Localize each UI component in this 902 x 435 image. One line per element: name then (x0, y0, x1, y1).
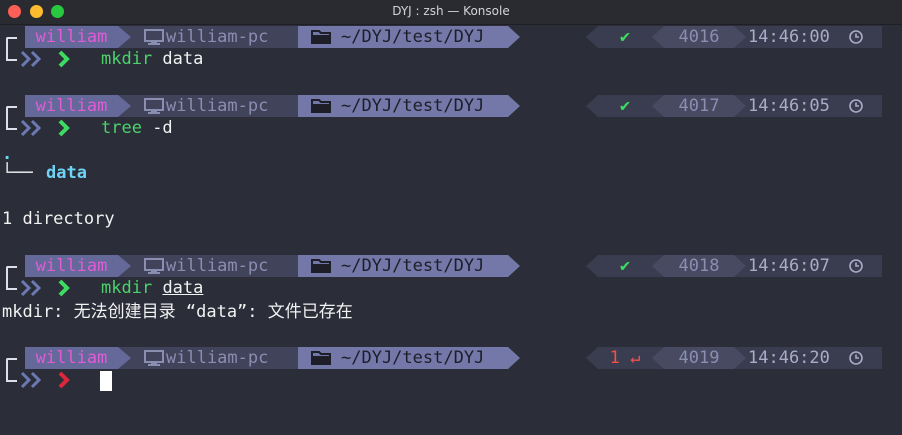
monitor-icon (144, 258, 164, 274)
segment-separator (118, 26, 133, 48)
timestamp: 14:46:07 (748, 256, 830, 276)
right-prompt: 1 ↵ 4019 14:46:20 (586, 347, 882, 369)
history-number: 4016 (664, 26, 734, 48)
prompt-corner (6, 106, 17, 130)
status-indicator: ✔ (619, 256, 631, 276)
terminal-area[interactable]: william william-pc ~/DYJ/test/DYJ ✔ 4016… (0, 25, 902, 422)
folder-icon (311, 30, 331, 44)
segment-separator (118, 347, 133, 369)
command-args: data (152, 49, 204, 69)
segment-separator (734, 347, 746, 369)
timestamp: 14:46:05 (748, 96, 830, 116)
chevron-icon (20, 50, 70, 68)
prompt-corner (6, 358, 17, 382)
segment-end (508, 255, 520, 277)
segment-end (508, 26, 520, 48)
prompt-hostname: william-pc (166, 256, 269, 276)
prompt-path: ~/DYJ/test/DYJ (341, 348, 485, 368)
prompt-host: william-pc (133, 347, 298, 369)
segment-start (586, 26, 598, 48)
right-prompt: ✔ 4016 14:46:00 (586, 26, 882, 48)
clock-icon (849, 351, 863, 365)
prompt-host: william-pc (133, 95, 298, 117)
history-number: 4019 (664, 347, 734, 369)
timestamp: 14:46:20 (748, 348, 830, 368)
prompt-corner (6, 37, 17, 61)
right-prompt: ✔ 4017 14:46:05 (586, 95, 882, 117)
command-name: mkdir (101, 278, 153, 298)
text-cursor[interactable] (100, 371, 112, 391)
clock-icon (849, 99, 863, 113)
history-number: 4017 (664, 95, 734, 117)
segment-separator (652, 255, 664, 277)
prompt-host: william-pc (133, 255, 298, 277)
prompt-user: william (25, 255, 118, 277)
segment-start (586, 255, 598, 277)
window-title: DYJ : zsh — Konsole (392, 4, 510, 18)
command-name: tree (101, 118, 142, 138)
title-bar: DYJ : zsh — Konsole (0, 0, 902, 25)
chevron-icon (20, 371, 70, 389)
command-args: data (162, 278, 204, 298)
command-line: mkdir data (101, 48, 203, 70)
prompt-hostname: william-pc (166, 27, 269, 47)
clock-icon (849, 259, 863, 273)
monitor-icon (144, 29, 164, 45)
segment-separator (652, 26, 664, 48)
command-args: -d (141, 118, 173, 138)
clock-icon (849, 30, 863, 44)
folder-icon (311, 99, 331, 113)
monitor-icon (144, 98, 164, 114)
prompt-directory: ~/DYJ/test/DYJ (298, 255, 508, 277)
prompt-path: ~/DYJ/test/DYJ (341, 256, 485, 276)
segment-end (508, 95, 520, 117)
segment-separator (734, 255, 746, 277)
command-line: mkdir data (101, 277, 203, 299)
monitor-icon (144, 350, 164, 366)
segment-separator (118, 255, 133, 277)
command-name: mkdir (101, 49, 153, 69)
folder-icon (311, 259, 331, 273)
prompt-directory: ~/DYJ/test/DYJ (298, 347, 508, 369)
prompt-path: ~/DYJ/test/DYJ (341, 96, 485, 116)
segment-separator (652, 347, 664, 369)
tree-item: data (46, 163, 87, 183)
status-indicator: ✔ (619, 27, 631, 47)
segment-separator (118, 95, 133, 117)
timestamp: 14:46:00 (748, 27, 830, 47)
tree-branch: └── (2, 163, 33, 183)
prompt-hostname: william-pc (166, 96, 269, 116)
status-indicator: ✔ (619, 96, 631, 116)
prompt-user: william (25, 26, 118, 48)
folder-icon (311, 351, 331, 365)
chevron-icon (20, 119, 70, 137)
status-indicator: 1 ↵ (609, 348, 641, 368)
segment-separator (734, 95, 746, 117)
segment-end (508, 347, 520, 369)
history-number: 4018 (664, 255, 734, 277)
prompt-directory: ~/DYJ/test/DYJ (298, 26, 508, 48)
chevron-icon (20, 279, 70, 297)
segment-separator (652, 95, 664, 117)
segment-separator (734, 26, 746, 48)
segment-start (586, 95, 598, 117)
prompt-hostname: william-pc (166, 348, 269, 368)
prompt-path: ~/DYJ/test/DYJ (341, 27, 485, 47)
prompt-user: william (25, 347, 118, 369)
segment-start (586, 347, 598, 369)
prompt-host: william-pc (133, 26, 298, 48)
prompt-corner (6, 266, 17, 290)
error-message: mkdir: 无法创建目录 “data”: 文件已存在 (2, 302, 353, 322)
tree-summary: 1 directory (2, 209, 115, 229)
prompt-directory: ~/DYJ/test/DYJ (298, 95, 508, 117)
right-prompt: ✔ 4018 14:46:07 (586, 255, 882, 277)
command-line: tree -d (101, 117, 173, 139)
prompt-user: william (25, 95, 118, 117)
